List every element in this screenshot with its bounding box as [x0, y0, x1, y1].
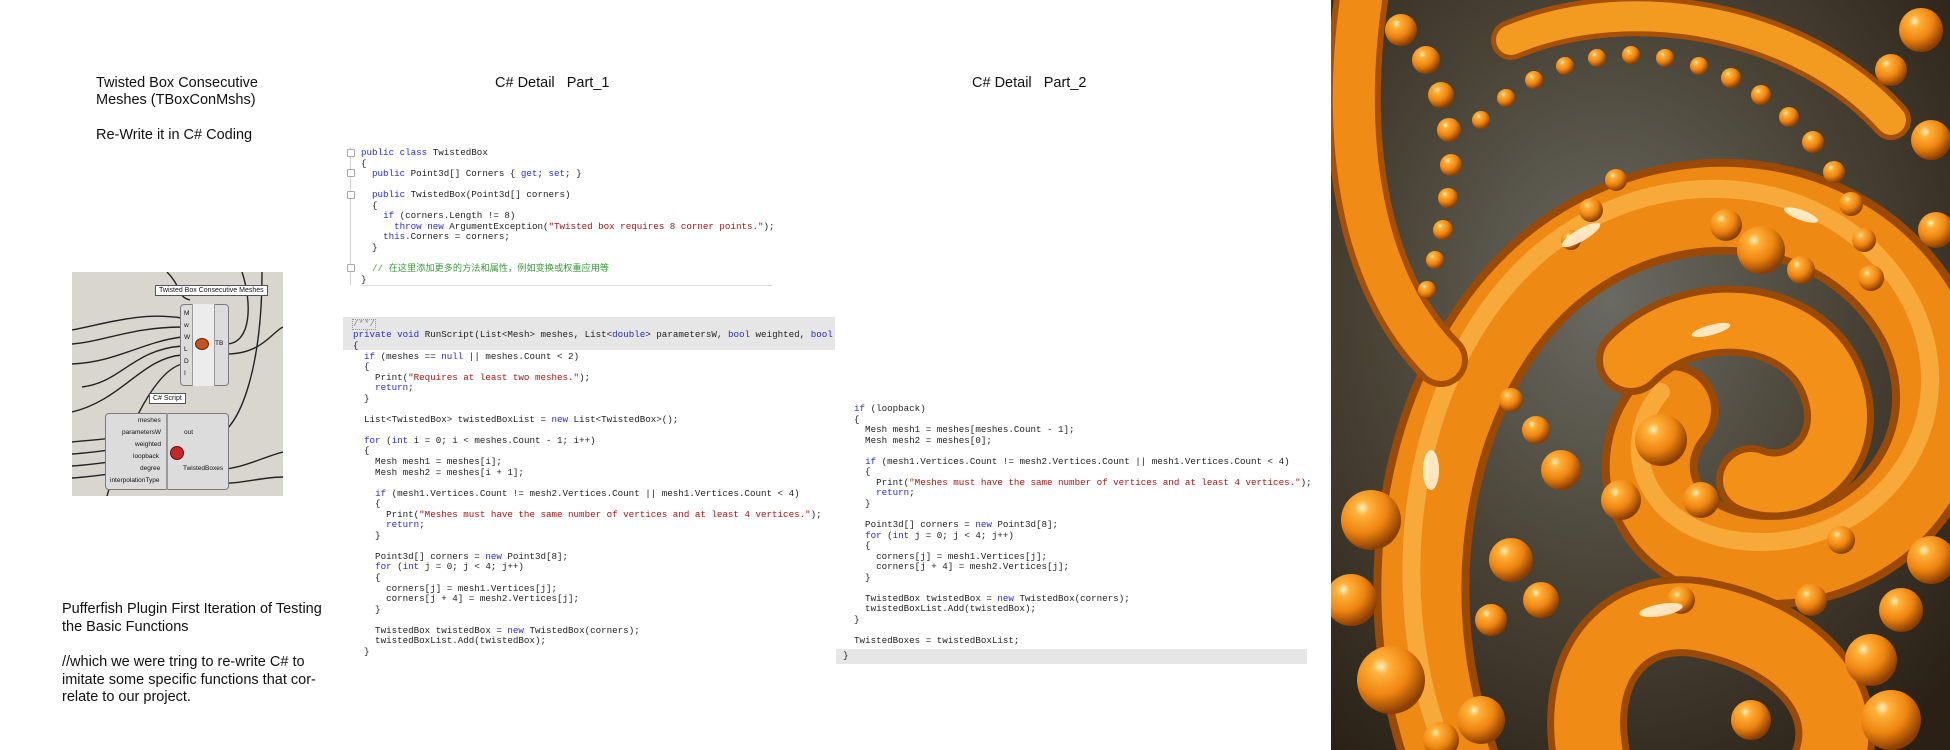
project-title: Twisted Box Consecutive Meshes (TBoxConM…: [96, 75, 258, 108]
collapsed-region-box: [352, 319, 376, 330]
script-input-weighted: weighted: [135, 441, 162, 448]
script-input-meshes: meshes: [138, 417, 161, 424]
tbox-input-m: M: [184, 310, 190, 317]
run-script-body-part2: if (loopback) { Mesh mesh1 = meshes[mesh…: [854, 403, 1312, 647]
twisted-box-class-code: public class TwistedBox { public Point3d…: [361, 147, 775, 285]
run-script-signature: private void RunScript(List<Mesh> meshes…: [353, 330, 833, 340]
run-script-body-part1: { if (meshes == null || meshes.Count < 2…: [353, 340, 822, 657]
csharp-script-icon: [170, 446, 184, 460]
tbox-input-w1: w: [184, 322, 189, 329]
tbox-input-l: L: [184, 346, 188, 353]
script-input-degree: degree: [140, 465, 161, 472]
closing-brace: }: [843, 650, 849, 661]
tbox-input-w2: W: [184, 334, 191, 341]
script-input-interpolationtype: interpolationType: [110, 477, 160, 484]
script-output-out: out: [184, 429, 194, 436]
part1-heading: C# Detail Part_1: [495, 75, 610, 91]
pufferfish-heading: Pufferfish Plugin First Iteration of Tes…: [62, 601, 322, 635]
code-separator: [360, 285, 772, 286]
tbox-component[interactable]: M w W L D I TB: [180, 304, 229, 386]
closing-brace-highlight: [836, 649, 1307, 664]
script-input-loopback: loopback: [133, 453, 160, 460]
orange-bubble-sculpture-image: [1331, 0, 1950, 750]
csharp-script-title: C# Script: [149, 393, 186, 404]
tbox-input-d: D: [184, 358, 189, 365]
project-subtitle: Re-Write it in C# Coding: [96, 127, 253, 143]
tbox-component-title: Twisted Box Consecutive Meshes: [155, 285, 268, 296]
part2-heading: C# Detail Part_2: [972, 75, 1087, 91]
script-output-twistedboxes: TwistedBoxes: [183, 465, 224, 472]
code-fold-gutter: [347, 147, 361, 285]
tbox-input-i: I: [184, 370, 186, 377]
pufferfish-icon: [195, 338, 209, 350]
csharp-script-component[interactable]: meshes parametersW weighted loopback deg…: [105, 413, 229, 490]
tbox-output-tb: TB: [215, 340, 224, 347]
rewrite-note: //which we were tring to re-write C# to …: [62, 654, 316, 705]
script-input-parametersw: parametersW: [122, 429, 162, 436]
sculpture-render: [1331, 0, 1950, 750]
grasshopper-definition-image: Twisted Box Consecutive Meshes M w W L D…: [72, 272, 283, 496]
